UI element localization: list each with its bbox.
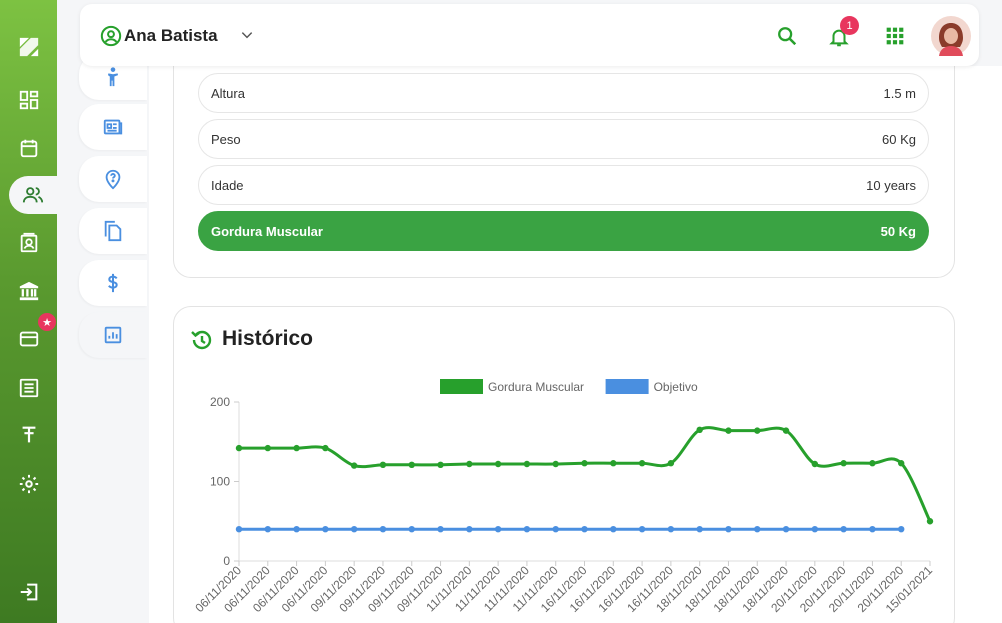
data-point xyxy=(552,526,559,533)
data-point xyxy=(898,460,905,467)
data-point xyxy=(725,427,732,434)
data-point xyxy=(408,526,415,533)
newspaper-icon[interactable] xyxy=(79,104,147,150)
data-point xyxy=(725,526,732,533)
measure-label: Idade xyxy=(211,177,244,193)
profile-subnav xyxy=(79,48,149,623)
data-point xyxy=(523,460,531,468)
data-point xyxy=(898,526,905,533)
main-sidebar: ★ xyxy=(0,0,57,623)
measure-value: 10 years xyxy=(866,177,916,193)
history-icon xyxy=(191,330,212,350)
data-point xyxy=(494,526,502,533)
data-point xyxy=(379,526,387,533)
user-circle-icon[interactable] xyxy=(100,25,122,47)
measure-row: Peso 60 Kg xyxy=(198,119,929,159)
data-point xyxy=(235,444,243,452)
measure-label: Peso xyxy=(211,131,241,147)
legend-swatch xyxy=(605,379,649,394)
pin-icon[interactable] xyxy=(8,416,49,454)
logo-icon[interactable] xyxy=(8,28,49,66)
y-tick-label: 0 xyxy=(223,554,230,568)
data-point xyxy=(811,460,819,468)
data-point xyxy=(610,460,617,467)
data-point xyxy=(350,462,358,469)
logout-icon[interactable] xyxy=(8,573,49,611)
dashboard-icon[interactable] xyxy=(8,81,49,119)
data-point xyxy=(811,526,819,533)
data-point xyxy=(754,427,761,434)
measure-label: Gordura Muscular xyxy=(211,223,323,239)
data-point xyxy=(696,426,703,434)
y-tick-label: 200 xyxy=(210,395,230,409)
measure-value: 50 Kg xyxy=(880,223,916,239)
data-point xyxy=(610,526,617,533)
contacts-icon[interactable] xyxy=(8,224,49,262)
data-point xyxy=(264,444,271,452)
data-point xyxy=(322,526,329,533)
series-line xyxy=(238,426,932,522)
data-point xyxy=(754,526,761,533)
data-point xyxy=(466,526,473,533)
measure-row-highlighted: Gordura Muscular 50 Kg xyxy=(198,211,929,251)
data-point xyxy=(696,526,703,533)
data-point xyxy=(926,518,934,525)
data-point xyxy=(840,460,847,467)
avatar[interactable] xyxy=(931,16,971,56)
measure-value: 1.5 m xyxy=(883,85,916,101)
data-point xyxy=(782,526,790,533)
legend-label: Gordura Muscular xyxy=(488,380,584,394)
chart-report-icon[interactable] xyxy=(79,312,147,358)
data-point xyxy=(869,460,876,467)
data-point xyxy=(638,460,646,467)
measure-row: Altura 1.5 m xyxy=(198,73,929,113)
search-icon[interactable] xyxy=(776,25,798,47)
legend-swatch xyxy=(440,379,483,394)
documents-icon[interactable] xyxy=(79,208,147,254)
legend-label: Objetivo xyxy=(654,380,698,394)
settings-icon[interactable] xyxy=(8,465,49,503)
y-tick-label: 100 xyxy=(210,475,230,489)
bank-icon[interactable] xyxy=(8,272,49,310)
list-icon[interactable] xyxy=(8,369,49,407)
data-point xyxy=(840,526,847,533)
data-point xyxy=(350,526,358,533)
data-point xyxy=(552,460,559,468)
help-location-icon[interactable] xyxy=(79,156,147,202)
user-name[interactable]: Ana Batista xyxy=(124,26,218,46)
data-point xyxy=(667,460,675,467)
data-point xyxy=(581,460,588,467)
data-point xyxy=(293,526,300,533)
data-point xyxy=(322,444,329,452)
data-point xyxy=(264,526,271,533)
data-point xyxy=(494,460,502,468)
history-title: Histórico xyxy=(222,327,314,350)
data-point xyxy=(782,427,790,434)
data-point xyxy=(437,526,444,533)
people-icon[interactable] xyxy=(9,176,57,214)
measure-value: 60 Kg xyxy=(882,131,916,147)
data-point xyxy=(293,444,300,452)
dollar-icon[interactable] xyxy=(79,260,147,306)
history-line-chart: Gordura Muscular Objetivo010020006/11/202… xyxy=(192,379,935,616)
data-point xyxy=(437,461,444,469)
data-point xyxy=(869,526,876,533)
measure-label: Altura xyxy=(211,85,245,101)
measure-row: Idade 10 years xyxy=(198,165,929,205)
data-point xyxy=(638,526,646,533)
data-point xyxy=(235,526,243,533)
data-point xyxy=(466,460,473,468)
data-point xyxy=(667,526,675,533)
calendar-icon[interactable] xyxy=(8,129,49,167)
star-badge: ★ xyxy=(38,313,56,331)
chevron-down-icon[interactable] xyxy=(240,28,254,42)
apps-grid-icon[interactable] xyxy=(885,26,905,46)
data-point xyxy=(379,461,387,469)
data-point xyxy=(408,461,415,469)
data-point xyxy=(523,526,531,533)
notification-badge: 1 xyxy=(840,16,859,35)
data-point xyxy=(581,526,588,533)
